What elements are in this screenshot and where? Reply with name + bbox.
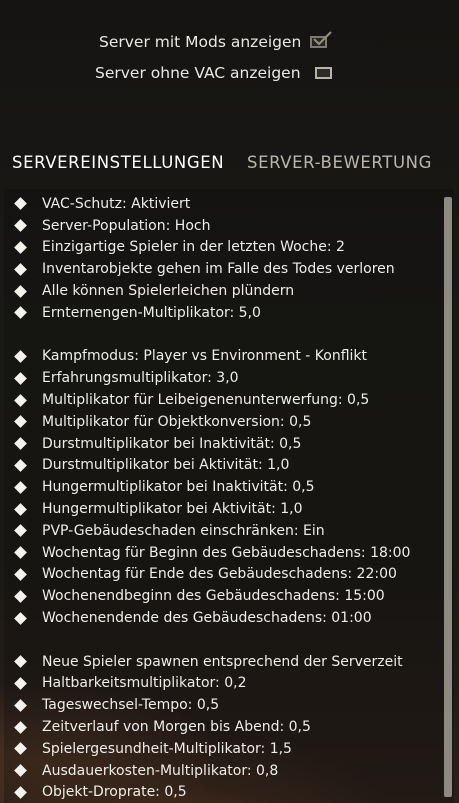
diamond-bullet-icon (14, 437, 27, 451)
setting-text: Zeitverlauf von Morgen bis Abend: 0,5 (42, 719, 311, 736)
settings-list-item: Zeitverlauf von Morgen bis Abend: 0,5 (4, 716, 444, 738)
setting-text: Ernternengen-Multiplikator: 5,0 (42, 304, 261, 321)
checkmark-icon (313, 31, 333, 46)
diamond-bullet-icon (14, 524, 27, 538)
diamond-bullet-icon (14, 262, 27, 276)
settings-list-item: Einzigartige Spieler in der letzten Woch… (4, 237, 444, 259)
settings-list-item: Durstmultiplikator bei Aktivität: 1,0 (4, 455, 444, 477)
diamond-bullet-icon (14, 415, 27, 429)
settings-list: VAC-Schutz: Aktiviert Server-Population: … (4, 193, 444, 803)
diamond-bullet-icon (14, 677, 27, 690)
settings-list-item: Wochentag für Beginn des Gebäudeschadens… (4, 542, 444, 564)
diamond-bullet-icon (14, 568, 27, 581)
setting-text: Alle können Spielerleichen plündern (42, 283, 295, 300)
settings-list-item: Hungermultiplikator bei Inaktivität: 0,5 (4, 476, 444, 498)
diamond-bullet-icon (14, 284, 27, 298)
diamond-bullet-icon (14, 393, 27, 407)
setting-text: Wochenendende des Gebäudeschadens: 01:00 (42, 610, 372, 627)
settings-list-item: Multiplikator für Objektkonversion: 0,5 (4, 411, 444, 433)
settings-list-item: Hungermultiplikator bei Aktivität: 1,0 (4, 498, 444, 520)
setting-text: Spielergesundheit-Multiplikator: 1,5 (42, 740, 292, 757)
setting-text: Neue Spieler spawnen entsprechend der Se… (42, 653, 403, 670)
setting-text: Server-Population: Hoch (42, 217, 211, 234)
settings-list-item: Objekt-Droprate: 0,5 (4, 782, 444, 803)
setting-text: Durstmultiplikator bei Aktivität: 1,0 (42, 457, 290, 474)
diamond-bullet-icon (14, 306, 27, 320)
show-no-vac-label: Server ohne VAC anzeigen (95, 64, 301, 82)
setting-text: Wochentag für Ende des Gebäudeschadens: … (42, 566, 397, 583)
setting-text: Multiplikator für Objektkonversion: 0,5 (42, 413, 312, 430)
setting-text: Tageswechsel-Tempo: 0,5 (42, 697, 220, 714)
setting-text: Hungermultiplikator bei Aktivität: 1,0 (42, 501, 303, 518)
settings-list-item: Ernternengen-Multiplikator: 5,0 (4, 302, 444, 324)
diamond-bullet-icon (14, 480, 27, 494)
settings-list-item: Tageswechsel-Tempo: 0,5 (4, 694, 444, 716)
settings-scrollbar[interactable] (444, 197, 452, 797)
settings-list-item: Spielergesundheit-Multiplikator: 1,5 (4, 738, 444, 760)
settings-list-item: Inventarobjekte gehen im Falle des Todes… (4, 258, 444, 280)
settings-list-item: PVP-Gebäudeschaden einschränken: Ein (4, 520, 444, 542)
settings-list-item: Ausdauerkosten-Multiplikator: 0,8 (4, 760, 444, 782)
diamond-bullet-icon (14, 698, 27, 712)
settings-spacer (4, 324, 444, 346)
setting-text: Durstmultiplikator bei Inaktivität: 0,5 (42, 435, 302, 452)
settings-list-item: Alle können Spielerleichen plündern (4, 280, 444, 302)
diamond-bullet-icon (14, 742, 27, 756)
diamond-bullet-icon (14, 459, 27, 472)
diamond-bullet-icon (14, 786, 27, 799)
setting-text: Haltbarkeitsmultiplikator: 0,2 (42, 675, 247, 692)
setting-text: Ausdauerkosten-Multiplikator: 0,8 (42, 762, 279, 779)
diamond-bullet-icon (14, 764, 27, 777)
setting-text: VAC-Schutz: Aktiviert (42, 195, 191, 212)
diamond-bullet-icon (14, 502, 27, 516)
setting-text: Multiplikator für Leibeigenenunterwerfun… (42, 392, 370, 409)
setting-text: PVP-Gebäudeschaden einschränken: Ein (42, 522, 325, 539)
setting-text: Inventarobjekte gehen im Falle des Todes… (42, 261, 395, 278)
diamond-bullet-icon (14, 589, 27, 603)
diamond-bullet-icon (14, 350, 27, 363)
setting-text: Objekt-Droprate: 0,5 (42, 784, 187, 801)
show-no-vac-checkbox[interactable] (314, 67, 332, 79)
diamond-bullet-icon (14, 241, 27, 254)
setting-text: Kampfmodus: Player vs Environment - Konf… (42, 348, 368, 365)
diamond-bullet-icon (14, 546, 27, 560)
settings-list-item: Server-Population: Hoch (4, 215, 444, 237)
settings-list-item: Wochentag für Ende des Gebäudeschadens: … (4, 564, 444, 586)
diamond-bullet-icon (14, 197, 27, 211)
tab-server-rating[interactable]: SERVER-BEWERTUNG (247, 153, 432, 172)
diamond-bullet-icon (14, 611, 27, 625)
settings-list-item: Erfahrungsmultiplikator: 3,0 (4, 367, 444, 389)
setting-text: Erfahrungsmultiplikator: 3,0 (42, 370, 239, 387)
diamond-bullet-icon (14, 655, 27, 668)
settings-list-item: Multiplikator für Leibeigenenunterwerfun… (4, 389, 444, 411)
scrollbar-thumb[interactable] (444, 197, 452, 797)
settings-list-item: Haltbarkeitsmultiplikator: 0,2 (4, 673, 444, 695)
settings-list-item: Wochenendbeginn des Gebäudeschadens: 15:… (4, 585, 444, 607)
show-modded-label: Server mit Mods anzeigen (99, 33, 302, 51)
settings-list-item: Durstmultiplikator bei Inaktivität: 0,5 (4, 433, 444, 455)
diamond-bullet-icon (14, 371, 27, 385)
settings-list-item: Neue Spieler spawnen entsprechend der Se… (4, 651, 444, 673)
setting-text: Hungermultiplikator bei Inaktivität: 0,5 (42, 479, 315, 496)
tab-server-settings[interactable]: SERVEREINSTELLUNGEN (12, 153, 224, 172)
show-modded-checkbox[interactable] (310, 31, 333, 48)
settings-list-item: VAC-Schutz: Aktiviert (4, 193, 444, 215)
setting-text: Wochenendbeginn des Gebäudeschadens: 15:… (42, 588, 385, 605)
setting-text: Einzigartige Spieler in der letzten Woch… (42, 239, 345, 256)
diamond-bullet-icon (14, 720, 27, 734)
show-no-vac-row[interactable]: Server ohne VAC anzeigen (95, 61, 332, 85)
settings-list-item: Wochenendende des Gebäudeschadens: 01:00 (4, 607, 444, 629)
settings-spacer (4, 629, 444, 651)
diamond-bullet-icon (14, 219, 27, 233)
settings-tabs: SERVEREINSTELLUNGEN SERVER-BEWERTUNG (0, 153, 459, 179)
setting-text: Wochentag für Beginn des Gebäudeschadens… (42, 544, 411, 561)
show-modded-row[interactable]: Server mit Mods anzeigen (99, 30, 333, 54)
server-settings-panel: VAC-Schutz: Aktiviert Server-Population: … (4, 189, 454, 803)
settings-list-item: Kampfmodus: Player vs Environment - Konf… (4, 346, 444, 368)
